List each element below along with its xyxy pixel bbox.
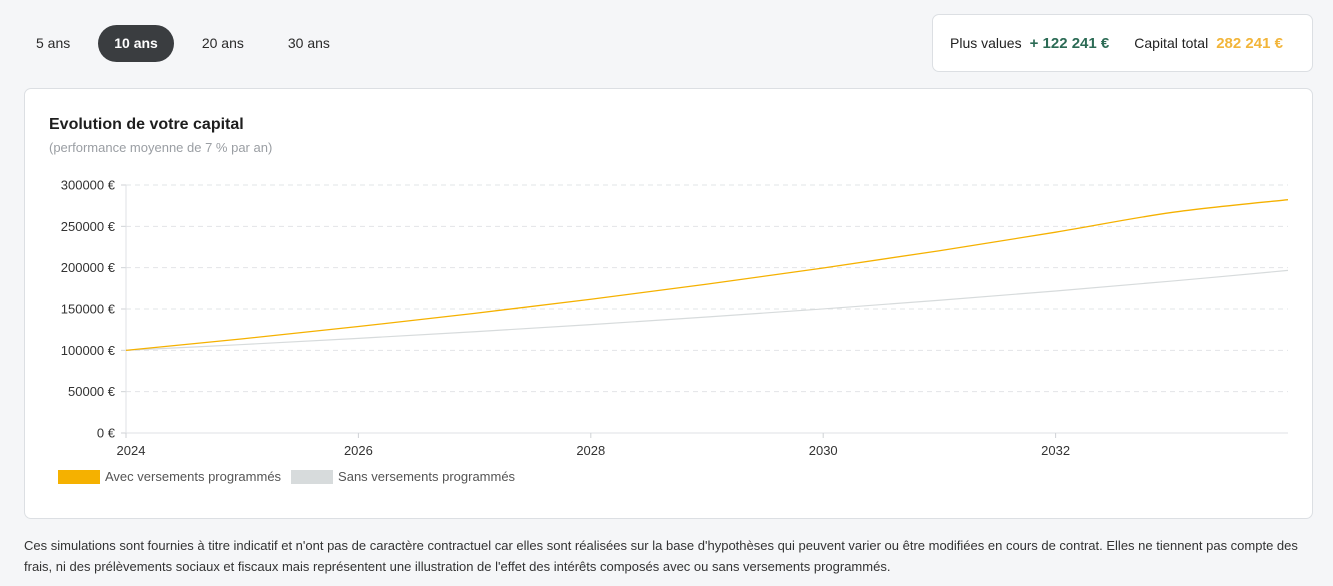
x-tick-label: 2032 — [1041, 443, 1070, 458]
x-tick-label: 2024 — [117, 443, 146, 458]
series-line-with-contributions — [125, 199, 1289, 351]
period-tabs: 5 ans 10 ans 20 ans 30 ans — [20, 25, 358, 62]
total-value: 282 241 € — [1216, 34, 1283, 52]
legend-label-with: Avec versements programmés — [105, 469, 282, 484]
gain-label: Plus values — [950, 35, 1022, 51]
y-tick-label: 250000 € — [61, 219, 116, 234]
tab-30-ans[interactable]: 30 ans — [272, 25, 346, 62]
y-tick-label: 200000 € — [61, 260, 116, 275]
tab-20-ans[interactable]: 20 ans — [186, 25, 260, 62]
tab-10-ans[interactable]: 10 ans — [98, 25, 174, 62]
legend-item-without[interactable]: Sans versements programmés — [291, 469, 515, 484]
legend-label-without: Sans versements programmés — [338, 469, 516, 484]
x-tick-label: 2026 — [344, 443, 373, 458]
series-line-without-contributions — [125, 269, 1289, 351]
y-tick-label: 150000 € — [61, 302, 116, 317]
x-tick-label: 2028 — [576, 443, 605, 458]
total-label: Capital total — [1134, 35, 1209, 51]
chart-subtitle: (performance moyenne de 7 % par an) — [49, 140, 273, 155]
chart-card: 0 € 50000 € 100000 € 150000 € 200000 € 250000… — [24, 88, 1313, 519]
gain-value: + 122 241 € — [1029, 34, 1110, 52]
legend-swatch-without — [291, 469, 334, 484]
y-tick-label: 300000 € — [61, 178, 116, 193]
y-tick-label: 100000 € — [61, 343, 116, 358]
y-tick-label: 50000 € — [68, 384, 116, 399]
x-tick-label: 2030 — [809, 443, 838, 458]
legend-item-with[interactable]: Avec versements programmés — [58, 469, 281, 484]
y-tick-label: 0 € — [97, 426, 116, 441]
summary-box: Plus values + 122 241 € Capital total 28… — [932, 14, 1313, 72]
legend-swatch-with — [58, 469, 100, 484]
tab-5-ans[interactable]: 5 ans — [20, 25, 86, 62]
disclaimer-text: Ces simulations sont fournies à titre in… — [24, 538, 1298, 574]
chart-legend: Avec versements programmés Sans versemen… — [58, 469, 525, 484]
chart-title: Evolution de votre capital — [49, 116, 244, 133]
